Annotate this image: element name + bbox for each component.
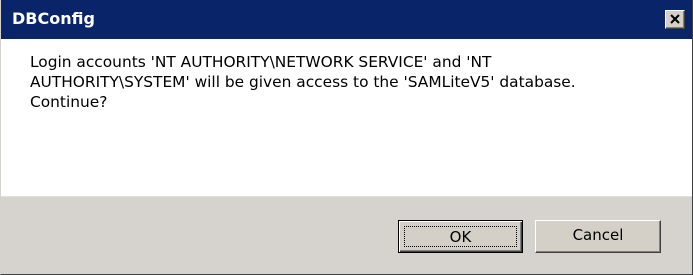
window-title: DBConfig [12, 9, 95, 28]
ok-button-label: OK [404, 226, 517, 247]
close-x-icon [670, 14, 680, 24]
ok-button[interactable]: OK [398, 220, 523, 253]
cancel-button[interactable]: Cancel [535, 220, 661, 253]
title-bar[interactable]: DBConfig [1, 0, 692, 39]
button-bar: OK Cancel [1, 196, 692, 274]
dialog-window: DBConfig Login accounts 'NT AUTHORITY\NE… [0, 0, 693, 275]
message-text: Login accounts 'NT AUTHORITY\NETWORK SER… [30, 53, 576, 111]
close-button[interactable] [665, 10, 685, 29]
